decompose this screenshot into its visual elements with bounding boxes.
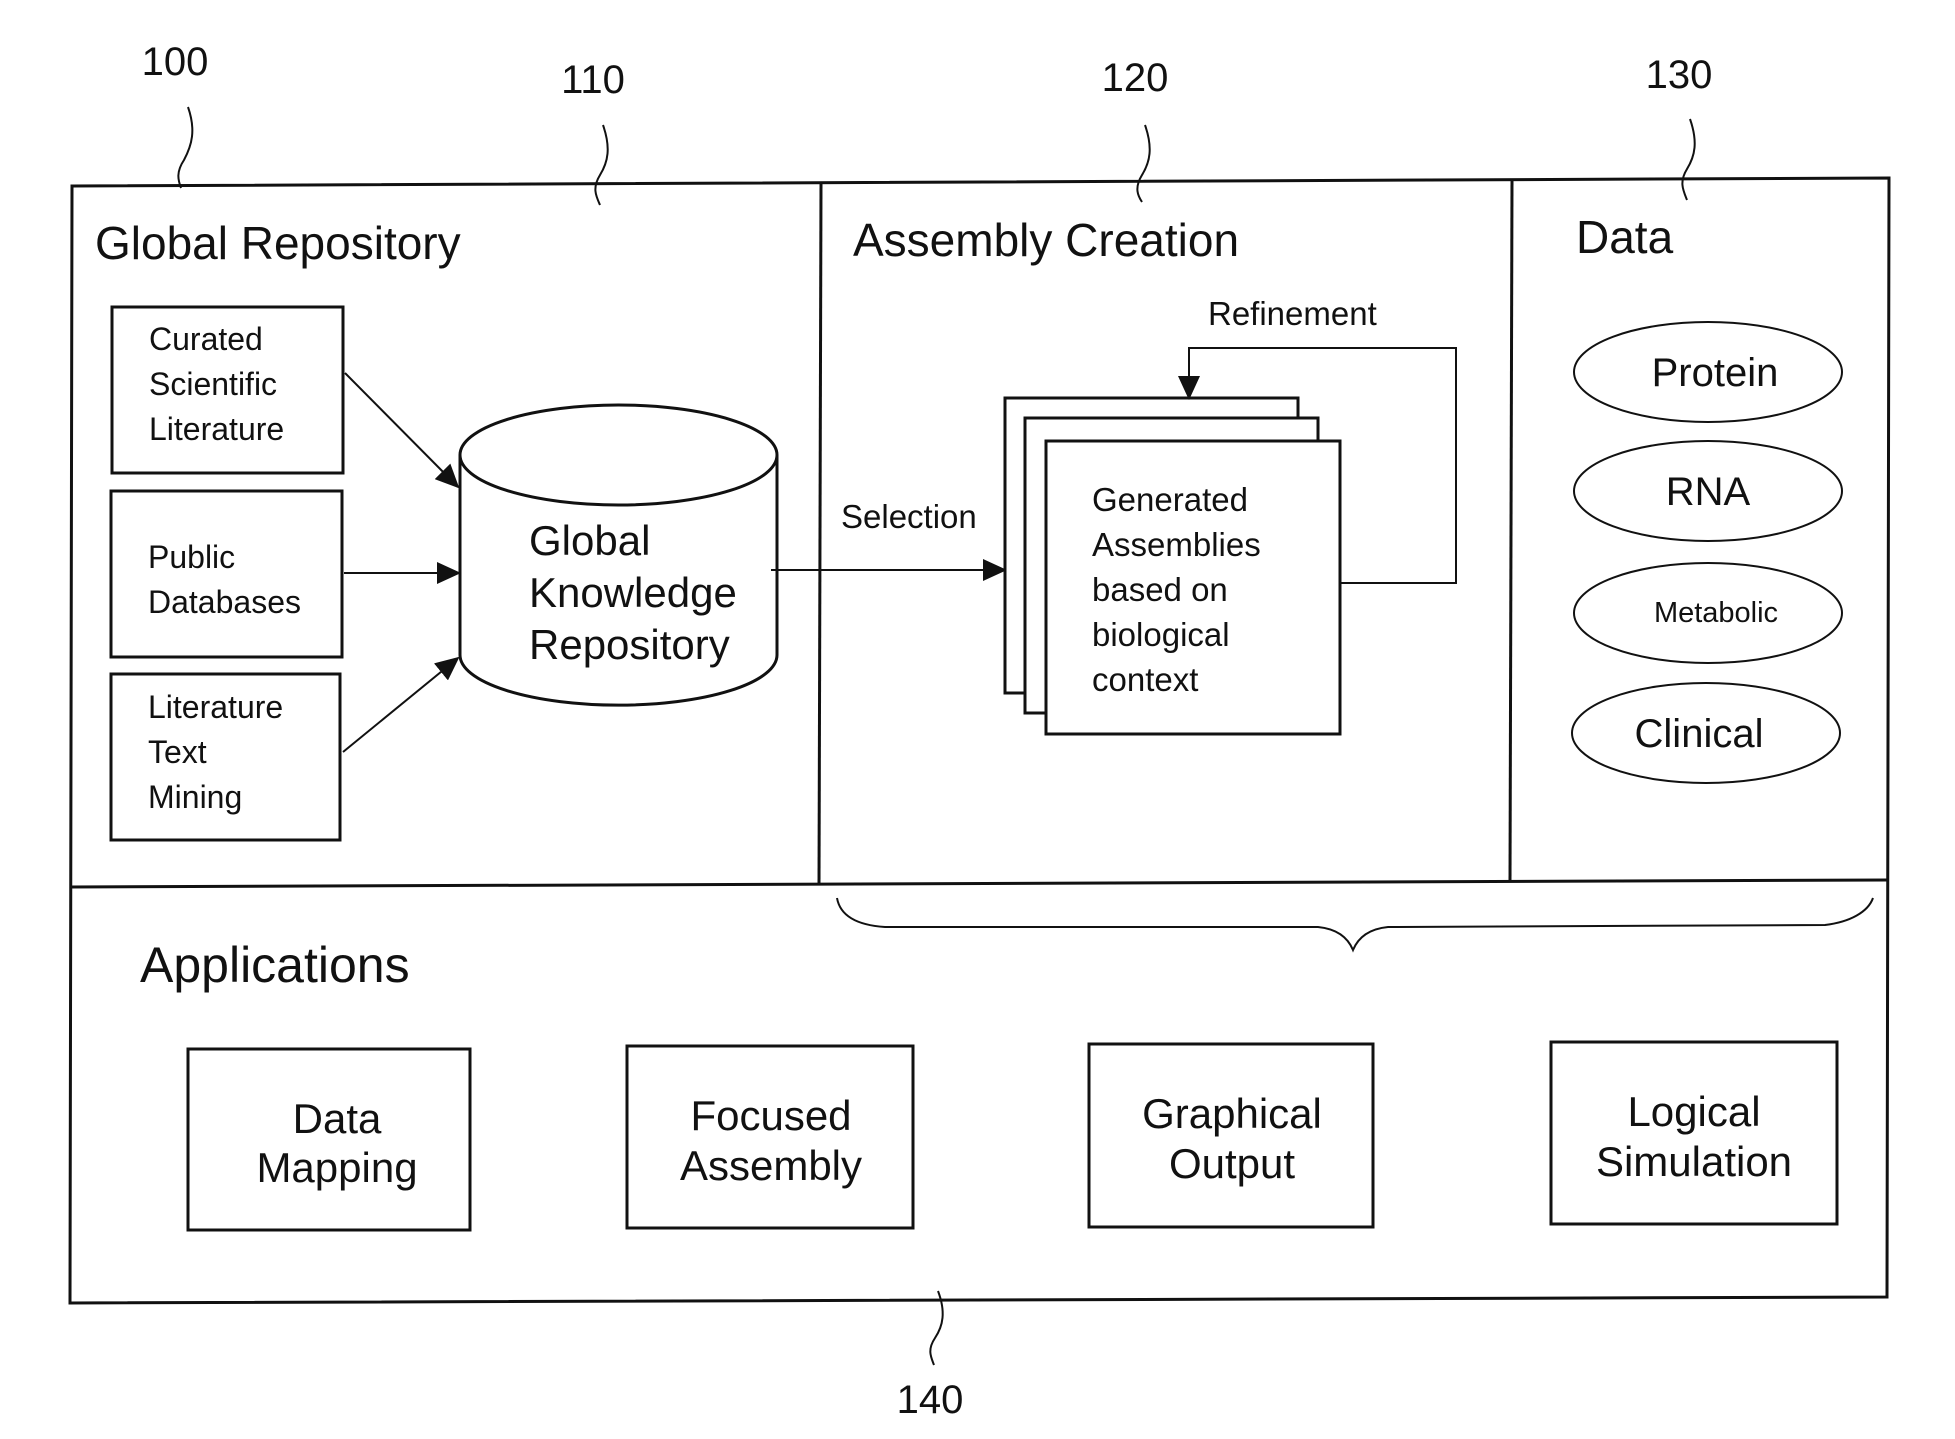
generated-assemblies-stack: Generated Assemblies based on biological con… xyxy=(1003,396,1342,736)
label-refinement: Refinement xyxy=(1208,295,1377,332)
svg-text:Metabolic: Metabolic xyxy=(1654,597,1778,629)
repository-line: Knowledge xyxy=(529,569,737,616)
app-box-data-mapping: Data Mapping xyxy=(186,1047,472,1232)
divider-repository-assembly xyxy=(817,182,823,886)
assemblies-line: Assemblies xyxy=(1092,526,1261,563)
arrow-curated-to-repository xyxy=(344,372,460,489)
data-type-protein: Protein xyxy=(1573,321,1843,423)
ref-numeral-110: 110 xyxy=(561,58,625,102)
leader-line-120 xyxy=(1136,124,1151,203)
panel-title-data: Data xyxy=(1576,211,1674,263)
app-line: Graphical xyxy=(1142,1090,1322,1137)
app-line: Logical xyxy=(1627,1088,1760,1135)
source-line: Scientific xyxy=(149,366,277,402)
source-line: Curated xyxy=(149,321,263,357)
assemblies-line: Generated xyxy=(1092,481,1248,518)
source-line: Literature xyxy=(148,689,283,725)
data-type-rna: RNA xyxy=(1573,440,1843,542)
app-line: Focused xyxy=(690,1092,851,1139)
panel-title-assembly-creation: Assembly Creation xyxy=(853,214,1239,266)
system-diagram: 100 110 120 130 140 Global Repository Cu… xyxy=(68,40,1891,1422)
data-type-clinical: Clinical xyxy=(1571,682,1841,784)
source-line: Literature xyxy=(149,411,284,447)
source-box-text-mining: Literature Text Mining xyxy=(109,672,342,842)
ref-numeral-120: 120 xyxy=(1102,56,1169,100)
arrow-textmining-to-repository xyxy=(342,656,460,753)
svg-text:Protein: Protein xyxy=(1652,351,1779,395)
panel-title-applications: Applications xyxy=(140,937,410,993)
ref-numeral-140: 140 xyxy=(897,1378,964,1422)
leader-line-130 xyxy=(1681,118,1696,201)
source-line: Public xyxy=(148,539,235,575)
assemblies-line: biological xyxy=(1092,616,1230,653)
app-line: Simulation xyxy=(1596,1138,1792,1185)
data-type-metabolic: Metabolic xyxy=(1573,562,1843,664)
ref-numeral-100: 100 xyxy=(142,40,209,84)
repository-line: Global xyxy=(529,517,650,564)
app-box-focused-assembly: Focused Assembly xyxy=(625,1044,915,1230)
app-line: Output xyxy=(1169,1140,1295,1187)
source-line: Mining xyxy=(148,779,242,815)
assemblies-line: context xyxy=(1092,661,1198,698)
app-line: Data xyxy=(293,1095,382,1142)
ref-numeral-130: 130 xyxy=(1646,53,1713,97)
svg-text:RNA: RNA xyxy=(1666,470,1751,514)
svg-text:Clinical: Clinical xyxy=(1635,712,1764,756)
assemblies-line: based on xyxy=(1092,571,1228,608)
brace-assembly-and-data xyxy=(836,897,1874,953)
source-box-curated-literature: Curated Scientific Literature xyxy=(110,305,345,475)
source-line: Text xyxy=(148,734,207,770)
global-knowledge-repository-cylinder: Global Knowledge Repository xyxy=(458,403,779,707)
divider-applications xyxy=(69,878,1889,889)
divider-assembly-data xyxy=(1508,179,1514,883)
app-box-logical-simulation: Logical Simulation xyxy=(1549,1040,1839,1226)
repository-line: Repository xyxy=(529,621,730,668)
leader-line-140 xyxy=(929,1290,944,1366)
panel-title-global-repository: Global Repository xyxy=(95,217,461,269)
leader-line-110 xyxy=(594,124,609,206)
source-line: Databases xyxy=(148,584,301,620)
app-box-graphical-output: Graphical Output xyxy=(1087,1042,1375,1229)
app-line: Assembly xyxy=(680,1142,862,1189)
source-box-public-databases: Public Databases xyxy=(109,489,344,659)
label-selection: Selection xyxy=(841,498,977,535)
app-line: Mapping xyxy=(256,1144,417,1191)
leader-line-100 xyxy=(177,106,194,189)
